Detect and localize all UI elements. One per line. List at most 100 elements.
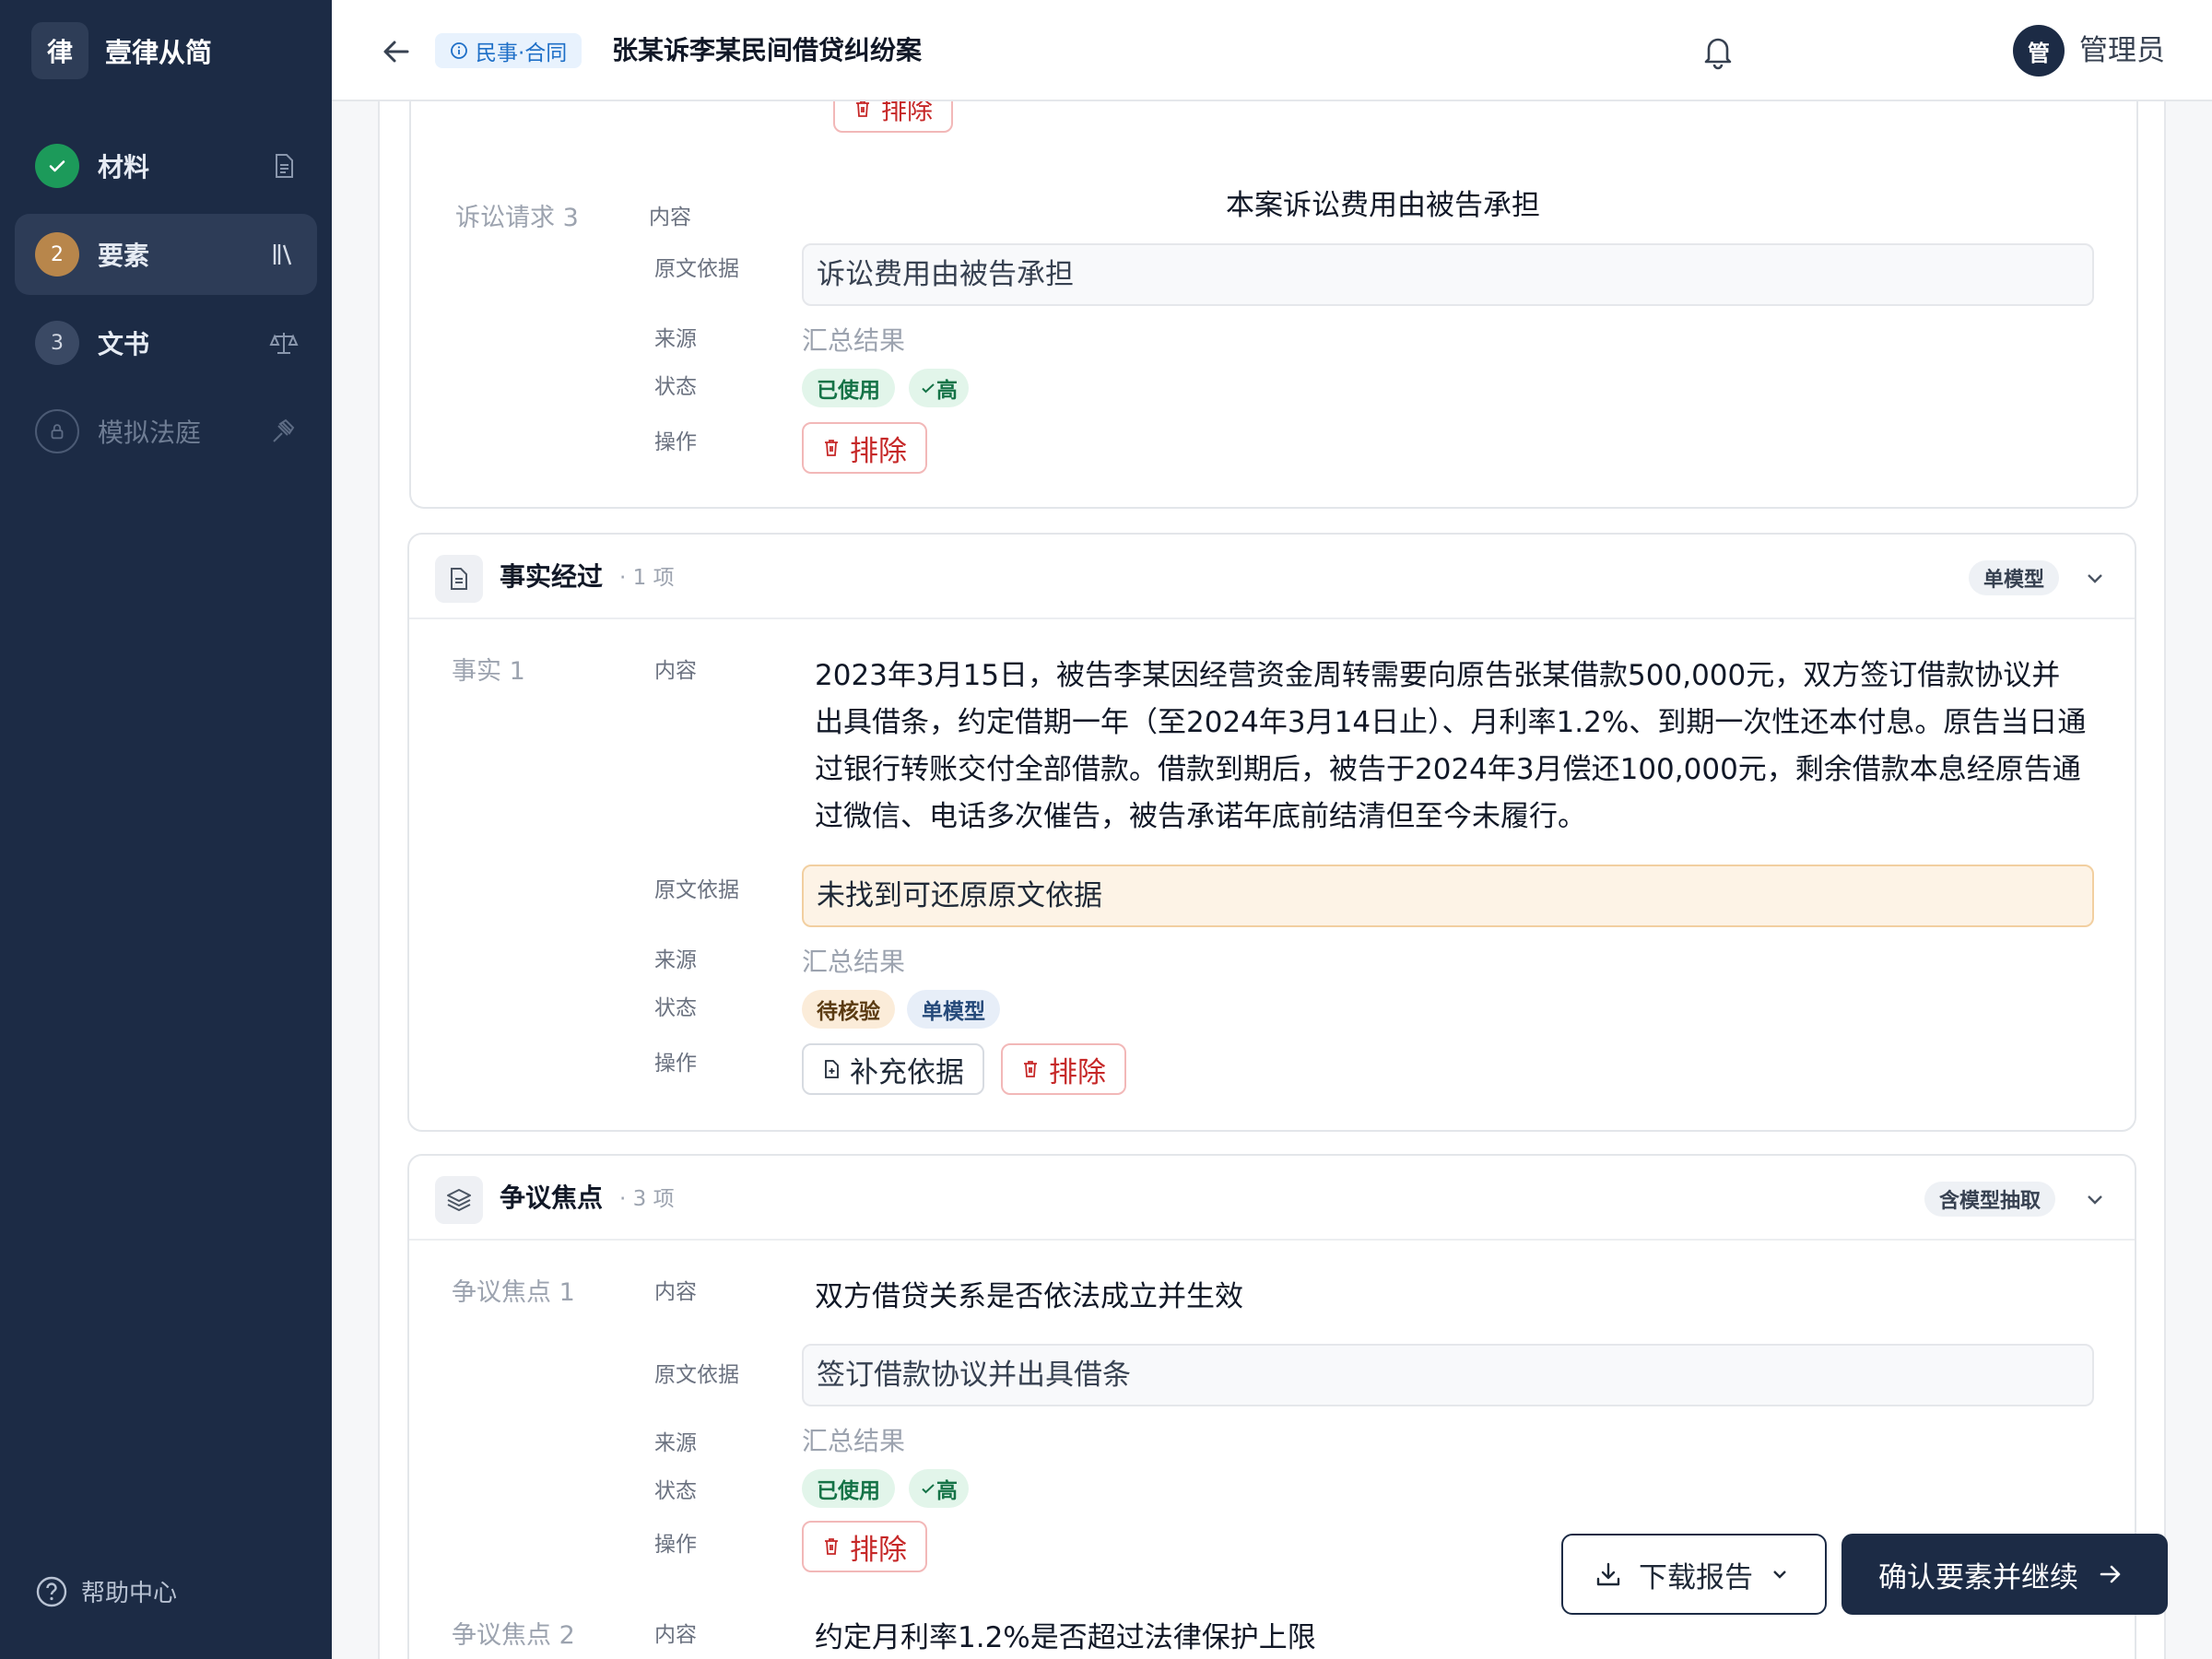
status-label: 状态 <box>654 1479 697 1503</box>
basis-label: 原文依据 <box>654 1363 739 1387</box>
facts-card-header[interactable]: 事实经过 · 1 项 单模型 <box>409 535 2135 619</box>
dispute-content: 双方借贷关系是否依法成立并生效 <box>815 1280 1243 1313</box>
basis-label: 原文依据 <box>654 878 739 902</box>
info-icon <box>451 42 467 59</box>
download-report-button[interactable]: 下载报告 <box>1561 1534 1827 1615</box>
library-icon <box>273 244 292 265</box>
sidebar-item-label: 模拟法庭 <box>98 418 202 448</box>
basis-box-warning: 未找到可还原原文依据 <box>802 865 2094 927</box>
case-type-tag: 民事·合同 <box>435 33 582 68</box>
chevron-down-icon[interactable] <box>2083 566 2107 590</box>
action-label: 操作 <box>654 1533 697 1557</box>
source-label: 来源 <box>654 327 697 351</box>
scales-icon <box>269 333 299 354</box>
trash-icon <box>1024 1061 1037 1077</box>
exclude-label: 排除 <box>1049 1055 1106 1089</box>
sidebar-item-label: 材料 <box>98 152 150 182</box>
content-label: 内容 <box>649 206 691 229</box>
document-icon <box>276 154 293 178</box>
basis-box: 诉讼费用由被告承担 <box>802 243 2094 306</box>
user-name[interactable]: 管理员 <box>2079 32 2165 69</box>
status-pending-tag: 待核验 <box>802 990 895 1029</box>
claim-content: 本案诉讼费用由被告承担 <box>1226 189 1540 222</box>
confidence-tag: 高 <box>909 369 969 407</box>
help-center-label: 帮助中心 <box>81 1580 178 1607</box>
exclude-label: 排除 <box>850 1533 907 1567</box>
confidence-tag: 高 <box>909 1469 969 1508</box>
sidebar-item-documents[interactable]: 3 文书 <box>15 302 317 383</box>
check-icon <box>922 1484 935 1494</box>
confirm-continue-label: 确认要素并继续 <box>1878 1560 2078 1594</box>
sidebar-item-materials[interactable]: 材料 <box>15 125 317 206</box>
case-type-label: 民事·合同 <box>476 41 568 65</box>
exclude-button[interactable]: 排除 <box>1001 1043 1126 1095</box>
confidence-label: 高 <box>936 379 958 403</box>
back-arrow-icon[interactable] <box>378 33 415 70</box>
file-plus-icon <box>825 1060 839 1078</box>
basis-label: 原文依据 <box>654 257 739 281</box>
exclude-button[interactable]: 排除 <box>833 101 954 133</box>
disputes-count: · 3 项 <box>619 1187 675 1211</box>
check-icon <box>922 383 935 394</box>
fact-row-label: 事实 1 <box>452 657 525 686</box>
exclude-button[interactable]: 排除 <box>802 1521 927 1572</box>
brand[interactable]: 律 壹律从简 <box>31 22 212 79</box>
disputes-card-header[interactable]: 争议焦点 · 3 项 含模型抽取 <box>409 1156 2135 1241</box>
status-label: 状态 <box>654 996 697 1020</box>
action-label: 操作 <box>654 1052 697 1076</box>
sidebar-item-label: 要素 <box>98 241 150 271</box>
top-header: 民事·合同 张某诉李某民间借贷纠纷案 管 管理员 <box>332 0 2212 101</box>
arrow-right-icon <box>2100 1565 2121 1583</box>
basis-box: 签订借款协议并出具借条 <box>802 1344 2094 1406</box>
step-badge: 3 <box>35 321 79 365</box>
chevron-down-icon[interactable] <box>2083 1187 2107 1211</box>
source-value: 汇总结果 <box>802 1426 906 1456</box>
download-report-label: 下载报告 <box>1639 1560 1753 1594</box>
facts-count: · 1 项 <box>619 566 675 590</box>
source-label: 来源 <box>654 1431 697 1455</box>
step-badge: 2 <box>35 232 79 276</box>
single-model-tag: 单模型 <box>907 990 1000 1029</box>
gavel-icon <box>273 418 295 442</box>
exclude-label: 排除 <box>850 434 907 468</box>
source-label: 来源 <box>654 948 697 972</box>
sidebar-item-label: 文书 <box>98 329 150 359</box>
dispute-content: 约定月利率1.2%是否超过法律保护上限 <box>815 1621 1316 1654</box>
claim-row-label: 诉讼请求 3 <box>455 204 579 232</box>
model-badge: 单模型 <box>1969 560 2060 595</box>
confirm-continue-button[interactable]: 确认要素并继续 <box>1841 1534 2168 1615</box>
fact-content: 2023年3月15日，被告李某因经营资金周转需要向原告张某借款500,000元，… <box>815 659 2087 833</box>
content-label: 内容 <box>654 1280 697 1304</box>
trash-icon <box>825 440 838 456</box>
status-label: 状态 <box>654 375 697 399</box>
dispute-row-label: 争议焦点 2 <box>452 1621 575 1650</box>
check-icon <box>35 144 79 188</box>
supplement-label: 补充依据 <box>850 1055 964 1089</box>
supplement-basis-button[interactable]: 补充依据 <box>802 1043 984 1095</box>
lock-icon <box>35 409 79 453</box>
action-label: 操作 <box>654 430 697 454</box>
document-icon <box>435 555 483 603</box>
confidence-label: 高 <box>936 1479 958 1503</box>
layers-icon <box>435 1176 483 1224</box>
help-icon <box>36 1576 67 1606</box>
dispute-row-label: 争议焦点 1 <box>452 1278 575 1307</box>
overlay-layer: 原文依据 诉讼费用由被告承担 来源 汇总结果 状态 已使用 高 操作 排除 事实… <box>0 0 2212 1659</box>
exclude-button[interactable]: 排除 <box>802 422 927 474</box>
content-label: 内容 <box>654 1623 697 1647</box>
download-icon <box>1596 1562 1620 1586</box>
bell-icon[interactable] <box>1700 31 1736 70</box>
source-value: 汇总结果 <box>802 947 906 977</box>
facts-title: 事实经过 <box>500 561 604 592</box>
sidebar-item-moot-court[interactable]: 模拟法庭 <box>15 391 317 472</box>
brand-name: 壹律从简 <box>105 37 213 68</box>
exclude-label: 排除 <box>881 101 934 125</box>
help-center-link[interactable]: 帮助中心 <box>35 1574 177 1608</box>
model-badge: 含模型抽取 <box>1924 1182 2056 1217</box>
avatar[interactable]: 管 <box>2013 25 2065 76</box>
sidebar: 律 壹律从简 材料 2 要素 3 文书 模拟法庭 帮助中心 <box>0 0 332 1659</box>
case-title: 张某诉李某民间借贷纠纷案 <box>612 35 923 65</box>
brand-logo: 律 <box>31 22 88 79</box>
disputes-title: 争议焦点 <box>500 1182 604 1213</box>
sidebar-item-elements[interactable]: 2 要素 <box>15 214 317 295</box>
